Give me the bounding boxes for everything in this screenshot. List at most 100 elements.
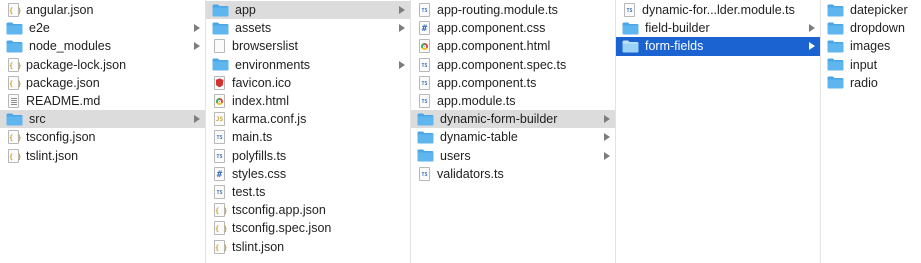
item-name: validators.ts: [437, 166, 504, 181]
json-file-icon: { }: [214, 203, 228, 218]
folder-row-field-builder[interactable]: field-builder: [616, 19, 820, 37]
css-file-icon: #: [419, 21, 430, 36]
folder-row-dropdown[interactable]: dropdown: [821, 19, 921, 37]
file-row-readme-md[interactable]: README.md: [0, 92, 205, 110]
chrome-logo-icon: [216, 97, 223, 105]
file-row-browserslist[interactable]: browserslist: [206, 37, 410, 55]
chrome-logo-icon: [421, 42, 428, 50]
folder-icon: [6, 40, 23, 53]
file-row-dynamic-for-lder-module-ts[interactable]: TS dynamic-for...lder.module.ts: [616, 1, 820, 19]
folder-row-datepicker[interactable]: datepicker: [821, 1, 921, 19]
folder-row-node-modules[interactable]: node_modules: [0, 37, 205, 55]
item-name: app.component.spec.ts: [437, 57, 567, 72]
item-name: src: [29, 112, 46, 127]
folder-icon: [417, 131, 434, 144]
file-row-validators-ts[interactable]: TS validators.ts: [411, 165, 615, 183]
item-name: karma.conf.js: [232, 112, 307, 127]
item-name: tsconfig.spec.json: [232, 221, 332, 236]
folder-row-input[interactable]: input: [821, 56, 921, 74]
angular-shield-icon: [215, 78, 224, 88]
json-file-icon: { }: [8, 75, 22, 90]
file-row-tslint-json[interactable]: { } tslint.json: [206, 237, 410, 255]
folder-row-radio[interactable]: radio: [821, 74, 921, 92]
disclosure-arrow-icon: [194, 24, 200, 33]
item-name: images: [850, 39, 891, 54]
item-name: package-lock.json: [26, 57, 127, 72]
item-name: package.json: [26, 75, 100, 90]
folder-icon: [212, 4, 229, 17]
item-name: app.component.html: [437, 39, 551, 54]
disclosure-arrow-icon: [604, 151, 610, 160]
folder-icon: [827, 76, 844, 89]
folder-icon: [827, 22, 844, 35]
folder-row-dynamic-table[interactable]: dynamic-table: [411, 128, 615, 146]
item-name: styles.css: [232, 166, 287, 181]
file-row-polyfills-ts[interactable]: TS polyfills.ts: [206, 147, 410, 165]
disclosure-arrow-icon: [399, 60, 405, 69]
disclosure-arrow-icon: [604, 133, 610, 142]
file-row-app-component-html[interactable]: app.component.html: [411, 37, 615, 55]
file-row-app-component-css[interactable]: # app.component.css: [411, 19, 615, 37]
file-row-app-component-spec-ts[interactable]: TS app.component.spec.ts: [411, 56, 615, 74]
file-row-app-module-ts[interactable]: TS app.module.ts: [411, 92, 615, 110]
item-name: browserslist: [232, 39, 298, 54]
folder-row-src[interactable]: src: [0, 110, 205, 129]
file-row-main-ts[interactable]: TS main.ts: [206, 128, 410, 146]
item-name: main.ts: [232, 130, 273, 145]
folder-row-dynamic-form-builder[interactable]: dynamic-form-builder: [411, 110, 615, 129]
folder-row-app[interactable]: app: [206, 1, 410, 20]
folder-icon: [417, 113, 434, 126]
json-file-icon: { }: [214, 239, 228, 254]
file-row-package-lock-json[interactable]: { } package-lock.json: [0, 56, 205, 74]
ts-file-icon: TS: [624, 3, 635, 18]
column-3[interactable]: TS app-routing.module.ts # app.component.cs…: [411, 0, 616, 263]
ts-file-icon: TS: [419, 3, 430, 18]
file-row-package-json[interactable]: { } package.json: [0, 74, 205, 92]
item-name: app-routing.module.ts: [437, 3, 558, 18]
item-name: README.md: [26, 94, 101, 109]
file-row-styles-css[interactable]: # styles.css: [206, 165, 410, 183]
json-file-icon: { }: [8, 3, 22, 18]
column-4[interactable]: TS dynamic-for...lder.module.ts field-buil…: [616, 0, 821, 263]
item-name: dropdown: [850, 21, 905, 36]
column-browser: { } angular.json e2e node_modules { } package…: [0, 0, 921, 263]
file-row-tsconfig-spec-json[interactable]: { } tsconfig.spec.json: [206, 219, 410, 237]
folder-icon: [827, 4, 844, 17]
folder-icon: [827, 40, 844, 53]
folder-row-assets[interactable]: assets: [206, 19, 410, 37]
file-row-favicon-ico[interactable]: favicon.ico: [206, 74, 410, 92]
item-name: users: [440, 148, 471, 163]
disclosure-arrow-icon: [399, 24, 405, 33]
file-row-karma-conf-js[interactable]: JS karma.conf.js: [206, 110, 410, 128]
folder-row-e2e[interactable]: e2e: [0, 19, 205, 37]
file-row-angular-json[interactable]: { } angular.json: [0, 1, 205, 19]
ts-file-icon: TS: [214, 184, 225, 199]
item-name: dynamic-for...lder.module.ts: [642, 3, 795, 18]
folder-icon: [827, 58, 844, 71]
file-row-tsconfig-app-json[interactable]: { } tsconfig.app.json: [206, 201, 410, 219]
file-row-tsconfig-json[interactable]: { } tsconfig.json: [0, 128, 205, 146]
file-row-app-routing-module-ts[interactable]: TS app-routing.module.ts: [411, 1, 615, 19]
folder-row-form-fields[interactable]: form-fields: [616, 37, 820, 56]
ts-file-icon: TS: [419, 94, 430, 109]
file-row-index-html[interactable]: index.html: [206, 92, 410, 110]
item-name: radio: [850, 75, 878, 90]
file-row-tslint-json[interactable]: { } tslint.json: [0, 147, 205, 165]
column-2[interactable]: app assets browserslist environments favicon…: [206, 0, 411, 263]
file-row-test-ts[interactable]: TS test.ts: [206, 183, 410, 201]
item-name: e2e: [29, 21, 50, 36]
html-file-icon: [419, 39, 430, 54]
item-name: angular.json: [26, 3, 94, 18]
folder-icon: [212, 58, 229, 71]
disclosure-arrow-icon: [604, 115, 610, 124]
column-5[interactable]: datepicker dropdown images input radio: [821, 0, 921, 263]
folder-row-environments[interactable]: environments: [206, 56, 410, 74]
folder-icon: [6, 22, 23, 35]
column-1[interactable]: { } angular.json e2e node_modules { } package…: [0, 0, 206, 263]
folder-row-images[interactable]: images: [821, 37, 921, 55]
disclosure-arrow-icon: [194, 115, 200, 124]
ts-file-icon: TS: [419, 57, 430, 72]
folder-row-users[interactable]: users: [411, 147, 615, 165]
file-row-app-component-ts[interactable]: TS app.component.ts: [411, 74, 615, 92]
item-name: favicon.ico: [232, 75, 292, 90]
